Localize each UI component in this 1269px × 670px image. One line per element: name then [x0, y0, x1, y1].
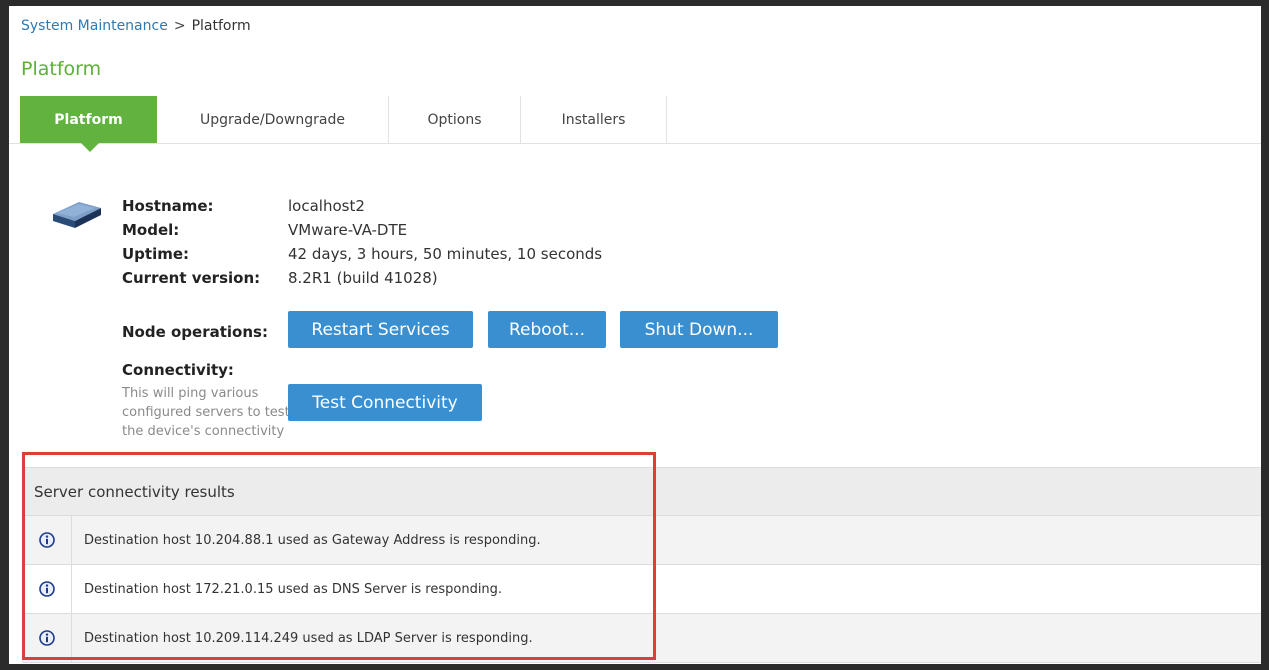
breadcrumb-system-maintenance-link[interactable]: System Maintenance: [21, 18, 168, 34]
platform-page: System Maintenance > Platform Platform Pla…: [9, 6, 1261, 664]
connectivity-label: Connectivity:: [122, 361, 234, 379]
result-text: Destination host 10.209.114.249 used as …: [84, 630, 533, 646]
tab-installers[interactable]: Installers: [521, 96, 667, 143]
breadcrumb-separator: >: [173, 18, 186, 34]
result-text: Destination host 10.204.88.1 used as Gat…: [84, 532, 541, 548]
result-row: Destination host 10.204.88.1 used as Gat…: [22, 516, 1261, 565]
result-row: Destination host 172.21.0.15 used as DNS…: [22, 565, 1261, 614]
device-info-values: localhost2 VMware-VA-DTE 42 days, 3 hour…: [288, 194, 602, 290]
results-header: Server connectivity results: [22, 468, 1261, 516]
active-tab-pointer: [81, 143, 99, 152]
model-label: Model:: [122, 221, 180, 239]
hostname-label: Hostname:: [122, 197, 214, 215]
row-icon-cell: [22, 516, 72, 564]
hostname-value: localhost2: [288, 197, 365, 215]
version-value: 8.2R1 (build 41028): [288, 269, 438, 287]
row-icon-cell: [22, 614, 72, 662]
tab-bar: Platform Upgrade/Downgrade Options Insta…: [9, 96, 1261, 144]
uptime-value: 42 days, 3 hours, 50 minutes, 10 seconds: [288, 245, 603, 263]
connectivity-description: This will ping various configured server…: [122, 386, 290, 439]
connectivity-results-table: Server connectivity results Destination …: [22, 467, 1261, 664]
restart-services-button[interactable]: Restart Services: [288, 311, 473, 348]
tab-platform[interactable]: Platform: [20, 96, 157, 143]
result-text: Destination host 172.21.0.15 used as DNS…: [84, 581, 503, 597]
tab-options[interactable]: Options: [389, 96, 521, 143]
device-info-labels: Hostname: Model: Uptime: Current version…: [122, 194, 260, 290]
device-icon: [53, 202, 101, 228]
node-operations-label: Node operations:: [122, 323, 268, 341]
test-connectivity-button[interactable]: Test Connectivity: [288, 384, 482, 421]
result-row: Destination host 10.209.114.249 used as …: [22, 614, 1261, 663]
info-icon: [38, 630, 55, 646]
shut-down-button[interactable]: Shut Down...: [620, 311, 778, 348]
info-icon: [38, 581, 55, 597]
version-label: Current version:: [122, 269, 261, 287]
model-value: VMware-VA-DTE: [288, 221, 408, 239]
results-rows: Destination host 10.204.88.1 used as Gat…: [22, 516, 1261, 663]
breadcrumb-current: Platform: [191, 18, 251, 34]
page-title: Platform: [21, 58, 102, 80]
row-icon-cell: [22, 565, 72, 613]
breadcrumb: System Maintenance > Platform: [21, 18, 251, 34]
info-icon: [38, 532, 55, 548]
reboot-button[interactable]: Reboot...: [488, 311, 606, 348]
uptime-label: Uptime:: [122, 245, 190, 263]
tab-upgrade-downgrade[interactable]: Upgrade/Downgrade: [157, 96, 389, 143]
